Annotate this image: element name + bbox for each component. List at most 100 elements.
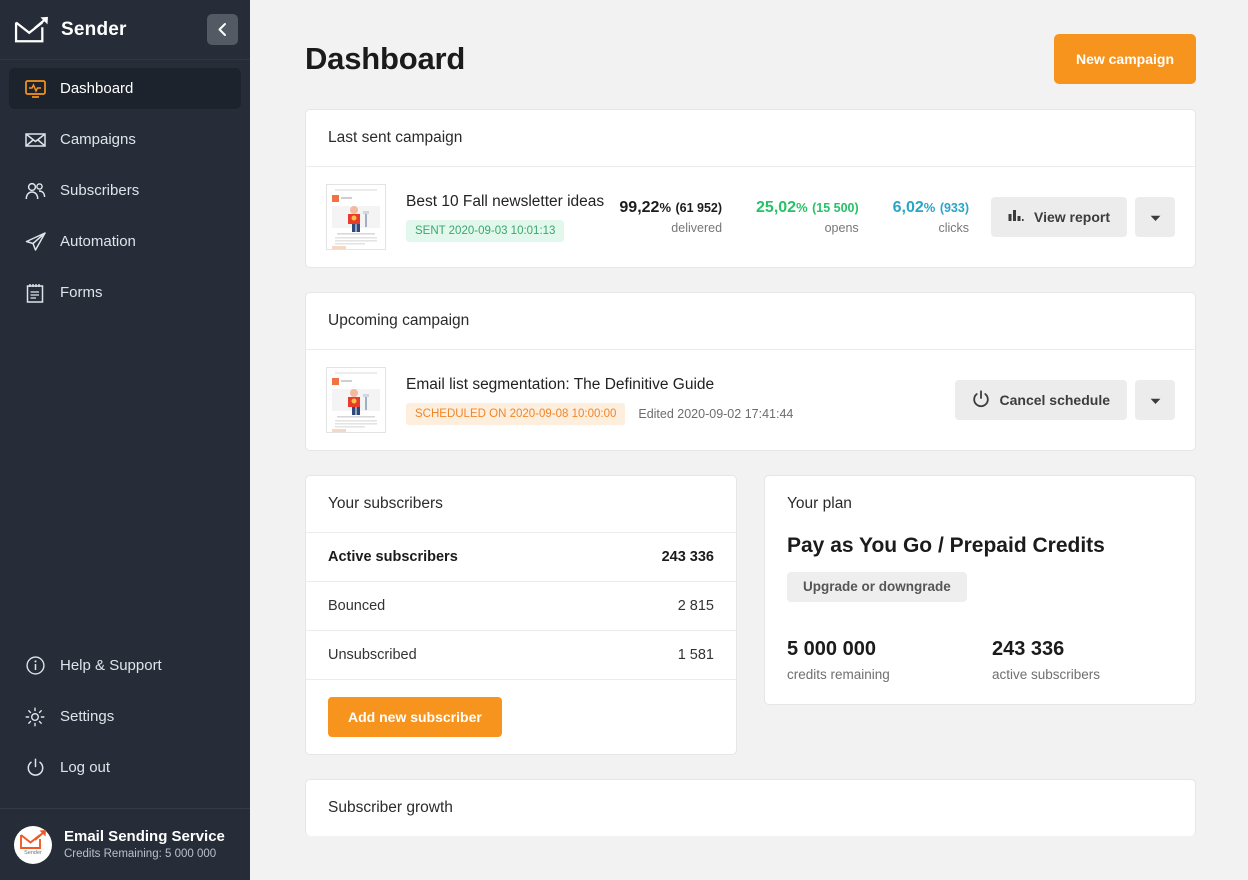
clipboard-icon [24, 283, 46, 303]
stat-percent-symbol: % [659, 200, 672, 215]
campaign-name[interactable]: Best 10 Fall newsletter ideas [406, 193, 619, 211]
cancel-schedule-button[interactable]: Cancel schedule [954, 380, 1127, 420]
your-subscribers-card: Your subscribers Active subscribers 243 … [305, 475, 737, 755]
sidebar-item-log-out[interactable]: Log out [9, 747, 241, 788]
stat-count: (61 952) [675, 201, 723, 215]
plan-column: Your plan Pay as You Go / Prepaid Credit… [764, 475, 1196, 779]
campaign-info: Email list segmentation: The Definitive … [386, 376, 955, 425]
your-plan-card: Your plan Pay as You Go / Prepaid Credit… [764, 475, 1196, 705]
sidebar-account[interactable]: Sender Email Sending Service Credits Rem… [0, 808, 250, 880]
sidebar-item-label: Settings [60, 708, 115, 725]
row-label: Active subscribers [328, 549, 458, 565]
metric-credits-remaining: 5 000 000 credits remaining [787, 638, 992, 682]
row-value: 1 581 [677, 647, 714, 663]
view-report-button[interactable]: View report [991, 197, 1127, 237]
stat-count: (15 500) [812, 201, 859, 215]
last-sent-campaign-card: Last sent campaign Best 10 Fall newslett… [305, 109, 1196, 268]
plan-name: Pay as You Go / Prepaid Credits [787, 534, 1105, 557]
stat-label: delivered [671, 221, 723, 235]
status-badge: SENT 2020-09-03 10:01:13 [406, 219, 565, 242]
campaign-meta: SCHEDULED ON 2020-09-08 10:00:00 Edited … [406, 402, 955, 425]
sidebar-item-label: Automation [60, 233, 136, 250]
sidebar-item-help-support[interactable]: Help & Support [9, 645, 241, 686]
campaign-name[interactable]: Email list segmentation: The Definitive … [406, 376, 955, 394]
main-content: Dashboard New campaign Last sent campaig… [250, 0, 1248, 880]
campaign-stats: 99,22% (61 952) delivered 25,02% (15 500… [619, 199, 991, 235]
sidebar-item-label: Campaigns [60, 131, 136, 148]
sidebar-bottom-nav: Help & Support Settings Log out [0, 645, 250, 808]
cancel-schedule-label: Cancel schedule [999, 392, 1111, 408]
campaign-thumbnail[interactable] [326, 367, 386, 433]
sidebar-item-subscribers[interactable]: Subscribers [9, 170, 241, 211]
sidebar-item-label: Forms [60, 284, 103, 301]
subscribers-column: Your subscribers Active subscribers 243 … [305, 475, 737, 779]
stat-value: 25,02% (15 500) [756, 199, 859, 217]
users-icon [24, 182, 46, 200]
subscriber-growth-card: Subscriber growth [305, 779, 1196, 836]
campaign-actions: View report [991, 197, 1175, 237]
sidebar-header: Sender [0, 0, 250, 60]
stat-clicks: 6,02% (933) clicks [893, 199, 969, 235]
sidebar-item-forms[interactable]: Forms [9, 272, 241, 313]
campaign-thumbnail[interactable] [326, 184, 386, 250]
subscribers-row-unsubscribed: Unsubscribed 1 581 [306, 631, 736, 680]
campaign-row: Best 10 Fall newsletter ideas SENT 2020-… [306, 167, 1195, 267]
metric-label: credits remaining [787, 666, 890, 682]
stat-label: clicks [938, 221, 969, 235]
sidebar-item-campaigns[interactable]: Campaigns [9, 119, 241, 160]
campaign-meta: SENT 2020-09-03 10:01:13 [406, 219, 619, 242]
upgrade-or-downgrade-button[interactable]: Upgrade or downgrade [787, 571, 967, 602]
paper-plane-icon [24, 232, 46, 251]
sidebar-item-settings[interactable]: Settings [9, 696, 241, 737]
caret-down-icon [1150, 393, 1161, 408]
envelope-arrow-logo-icon [14, 15, 50, 45]
sidebar-item-label: Dashboard [60, 80, 134, 97]
gear-icon [24, 707, 46, 727]
stat-percent: 99,22 [619, 199, 660, 216]
edited-timestamp: Edited 2020-09-02 17:41:44 [638, 406, 794, 421]
card-title: Upcoming campaign [306, 293, 1195, 350]
page-header: Dashboard New campaign [305, 0, 1196, 109]
bar-chart-icon [1008, 208, 1024, 226]
sidebar-item-dashboard[interactable]: Dashboard [9, 68, 241, 109]
metric-value: 5 000 000 [787, 637, 876, 660]
brand-logo[interactable]: Sender [14, 15, 207, 45]
upcoming-campaign-card: Upcoming campaign Email list segmentatio… [305, 292, 1196, 451]
stat-value: 99,22% (61 952) [619, 199, 722, 217]
sidebar-collapse-button[interactable] [207, 14, 238, 45]
add-new-subscriber-button[interactable]: Add new subscriber [328, 697, 502, 737]
sidebar-item-label: Log out [60, 759, 111, 776]
stat-opens: 25,02% (15 500) opens [756, 199, 859, 235]
subscribers-row-active: Active subscribers 243 336 [306, 533, 736, 582]
monitor-pulse-icon [24, 79, 46, 98]
status-badge: SCHEDULED ON 2020-09-08 10:00:00 [406, 402, 626, 425]
card-title: Last sent campaign [306, 110, 1195, 167]
sidebar-item-automation[interactable]: Automation [9, 221, 241, 262]
card-title: Your subscribers [306, 476, 736, 533]
row-label: Bounced [328, 598, 386, 614]
envelope-icon [24, 132, 46, 148]
caret-down-icon [1150, 210, 1161, 225]
plan-body: Pay as You Go / Prepaid Credits Upgrade … [765, 532, 1195, 704]
info-circle-icon [24, 656, 46, 675]
sidebar: Sender Dashboard Campaigns Subscribers A… [0, 0, 250, 880]
campaign-info: Best 10 Fall newsletter ideas SENT 2020-… [386, 193, 619, 242]
subscribers-card-footer: Add new subscriber [306, 680, 736, 754]
power-icon [24, 758, 46, 777]
chevron-left-icon [216, 22, 229, 37]
sidebar-item-label: Help & Support [60, 657, 162, 674]
stat-percent-symbol: % [923, 200, 936, 215]
brand-name: Sender [61, 18, 127, 40]
account-text: Email Sending Service Credits Remaining:… [64, 828, 225, 861]
stat-label: opens [824, 221, 859, 235]
stat-count: (933) [939, 201, 969, 215]
view-report-dropdown-button[interactable] [1135, 197, 1175, 237]
new-campaign-button[interactable]: New campaign [1053, 34, 1196, 84]
cards-row: Your subscribers Active subscribers 243 … [305, 475, 1196, 779]
metric-value: 243 336 [992, 637, 1065, 660]
page-title: Dashboard [305, 41, 466, 76]
row-value: 243 336 [661, 549, 714, 565]
cancel-schedule-dropdown-button[interactable] [1135, 380, 1175, 420]
account-credits: Credits Remaining: 5 000 000 [64, 847, 217, 860]
